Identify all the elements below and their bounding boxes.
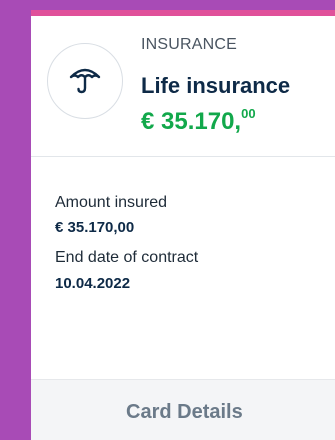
- amount-insured-value: € 35.170,00: [55, 219, 135, 236]
- card-amount: € 35.170,00: [141, 106, 256, 136]
- icon-badge: [47, 43, 123, 119]
- card-details-section: Amount insured € 35.170,00 End date of c…: [31, 157, 335, 377]
- card-details-label: Card Details: [126, 401, 243, 423]
- card-category: INSURANCE: [141, 36, 238, 53]
- amount-main: € 35.170,: [141, 108, 242, 135]
- umbrella-icon: [67, 61, 103, 102]
- amount-cents: 00: [241, 106, 256, 121]
- insurance-card[interactable]: INSURANCE Life insurance € 35.170,00 Amo…: [31, 10, 335, 440]
- amount-insured-label: Amount insured: [55, 194, 168, 211]
- end-date-label: End date of contract: [55, 249, 199, 266]
- card-header: INSURANCE Life insurance € 35.170,00: [31, 16, 335, 156]
- end-date-value: 10.04.2022: [55, 275, 131, 292]
- card-title: Life insurance: [141, 73, 291, 98]
